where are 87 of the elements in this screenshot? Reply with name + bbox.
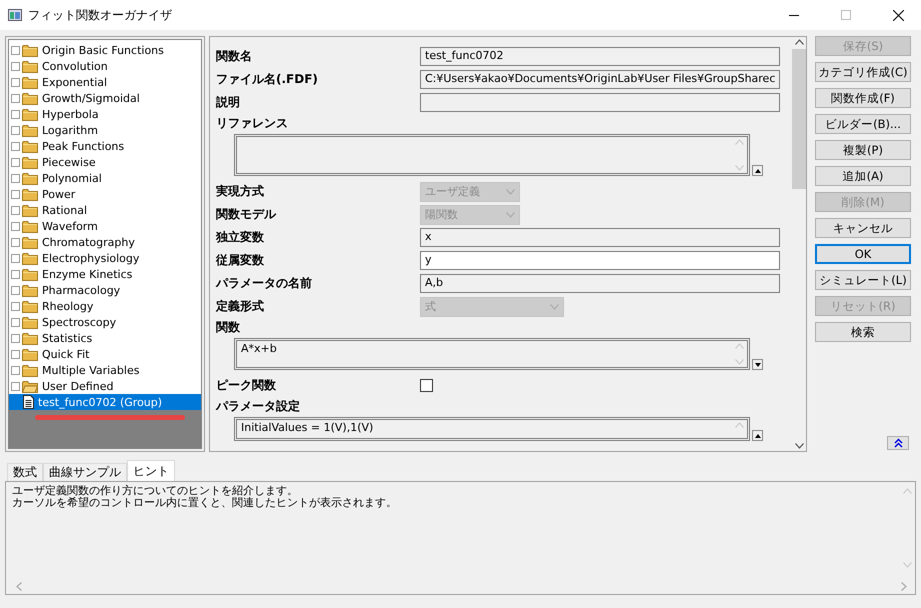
text-area[interactable]: A*x+b <box>234 338 750 370</box>
scroll-down-icon <box>734 165 744 171</box>
field-label: 従属変数 <box>216 252 265 269</box>
tree-item[interactable]: Hyperbola <box>40 106 101 122</box>
chevron-down-icon <box>550 304 559 310</box>
field-label: 関数モデル <box>216 206 278 223</box>
tree-item[interactable]: Statistics <box>40 330 94 346</box>
dialog-button[interactable]: ビルダー(B)... <box>815 114 911 134</box>
field-label: 独立変数 <box>216 229 265 246</box>
dialog-button[interactable]: 検索 <box>815 322 911 342</box>
field-label: パラメータの名前 <box>216 275 313 292</box>
scroll-down-icon <box>734 359 744 365</box>
tree-item[interactable]: Polynomial <box>40 170 104 186</box>
tree-item[interactable]: Chromatography <box>40 234 137 250</box>
scroll-down-icon <box>794 443 804 449</box>
field-label: 説明 <box>216 94 241 111</box>
scroll-down-icon <box>902 562 912 568</box>
scroll-up-icon <box>734 139 744 145</box>
checkbox[interactable] <box>420 379 433 392</box>
scroll-up-icon <box>794 39 804 45</box>
expand-button[interactable] <box>752 359 763 370</box>
window-title: フィット関数オーガナイザ <box>28 6 173 24</box>
dialog-button[interactable]: 複製(P) <box>815 140 911 160</box>
tree-item[interactable]: Rheology <box>40 298 96 314</box>
close-icon <box>892 10 904 20</box>
text-area[interactable] <box>234 134 750 176</box>
tree-item[interactable]: Growth/Sigmoidal <box>40 90 142 106</box>
tab[interactable]: 数式 <box>7 463 43 481</box>
tree-item[interactable]: Convolution <box>40 58 110 74</box>
tree-item[interactable]: Spectroscopy <box>40 314 118 330</box>
tree-item[interactable]: test_func0702 (Group) <box>9 394 201 410</box>
text-field[interactable] <box>420 93 780 112</box>
dialog-button[interactable]: キャンセル <box>815 218 911 238</box>
tree-item[interactable]: Power <box>40 186 78 202</box>
minimize-icon <box>789 14 799 16</box>
dialog-button[interactable]: OK <box>815 244 911 264</box>
tree-item[interactable]: Exponential <box>40 74 110 90</box>
text-field[interactable]: x <box>420 228 780 247</box>
tree-item[interactable]: Waveform <box>40 218 100 234</box>
scroll-up-icon <box>902 488 912 494</box>
text-field[interactable]: A,b <box>420 274 780 293</box>
scroll-up-icon <box>734 422 744 428</box>
text-field[interactable]: test_func0702 <box>420 47 780 66</box>
tree-item[interactable]: Logarithm <box>40 122 100 138</box>
tree-item[interactable]: Electrophysiology <box>40 250 142 266</box>
caret-up-icon <box>754 434 760 438</box>
scroll-right-icon <box>901 582 907 590</box>
text-field[interactable]: C:¥Users¥akao¥Documents¥OriginLab¥User Files¥GroupSharec <box>420 70 780 89</box>
tree-item[interactable]: Origin Basic Functions <box>40 42 166 58</box>
field-label: 関数 <box>216 318 241 336</box>
dialog-button[interactable]: カテゴリ作成(C) <box>815 62 911 82</box>
tree-item[interactable]: Enzyme Kinetics <box>40 266 134 282</box>
dialog-button[interactable]: 関数作成(F) <box>815 88 911 108</box>
expand-button[interactable] <box>752 165 763 176</box>
text-field[interactable]: y <box>420 251 780 270</box>
caret-up-icon <box>754 168 760 172</box>
tree-item[interactable]: User Defined <box>40 378 116 394</box>
caret-down-icon <box>754 362 760 366</box>
tree-item[interactable]: Quick Fit <box>40 346 92 362</box>
tree-item[interactable]: Multiple Variables <box>40 362 142 378</box>
tree-item[interactable]: Rational <box>40 202 90 218</box>
tree-item[interactable]: Pharmacology <box>40 282 122 298</box>
hint-text: ユーザ定義関数の作り方についてのヒントを紹介します。 カーソルを希望のコントロール内に置くと、関連したヒントが表示されます。 <box>11 483 398 511</box>
field-label: ファイル名(.FDF) <box>216 71 319 88</box>
expand-button[interactable] <box>752 430 763 441</box>
field-label: ピーク関数 <box>216 377 277 394</box>
tab[interactable]: ヒント <box>127 460 175 481</box>
chevron-down-icon <box>506 188 515 194</box>
app-icon <box>8 9 22 21</box>
field-label: 関数名 <box>216 48 253 65</box>
scroll-left-icon <box>16 582 22 590</box>
maximize-icon <box>841 10 851 20</box>
tree-item[interactable]: Peak Functions <box>40 138 126 154</box>
scrollbar[interactable] <box>792 37 806 451</box>
field-label: リファレンス <box>216 114 289 132</box>
field-label: 実現方式 <box>216 183 265 200</box>
scroll-up-icon <box>734 343 744 349</box>
double-chevron-up-icon <box>894 438 902 448</box>
tab[interactable]: 曲線サンプル <box>43 463 127 481</box>
chevron-down-icon <box>506 212 515 218</box>
dialog-button[interactable]: 追加(A) <box>815 166 911 186</box>
field-label: 定義形式 <box>216 298 265 315</box>
dialog-button[interactable]: シミュレート(L) <box>815 270 911 290</box>
tree-item[interactable]: Piecewise <box>40 154 98 170</box>
text-area[interactable]: InitialValues = 1(V),1(V) <box>234 417 750 441</box>
collapse-button[interactable] <box>887 436 909 450</box>
field-label: パラメータ設定 <box>216 398 301 414</box>
